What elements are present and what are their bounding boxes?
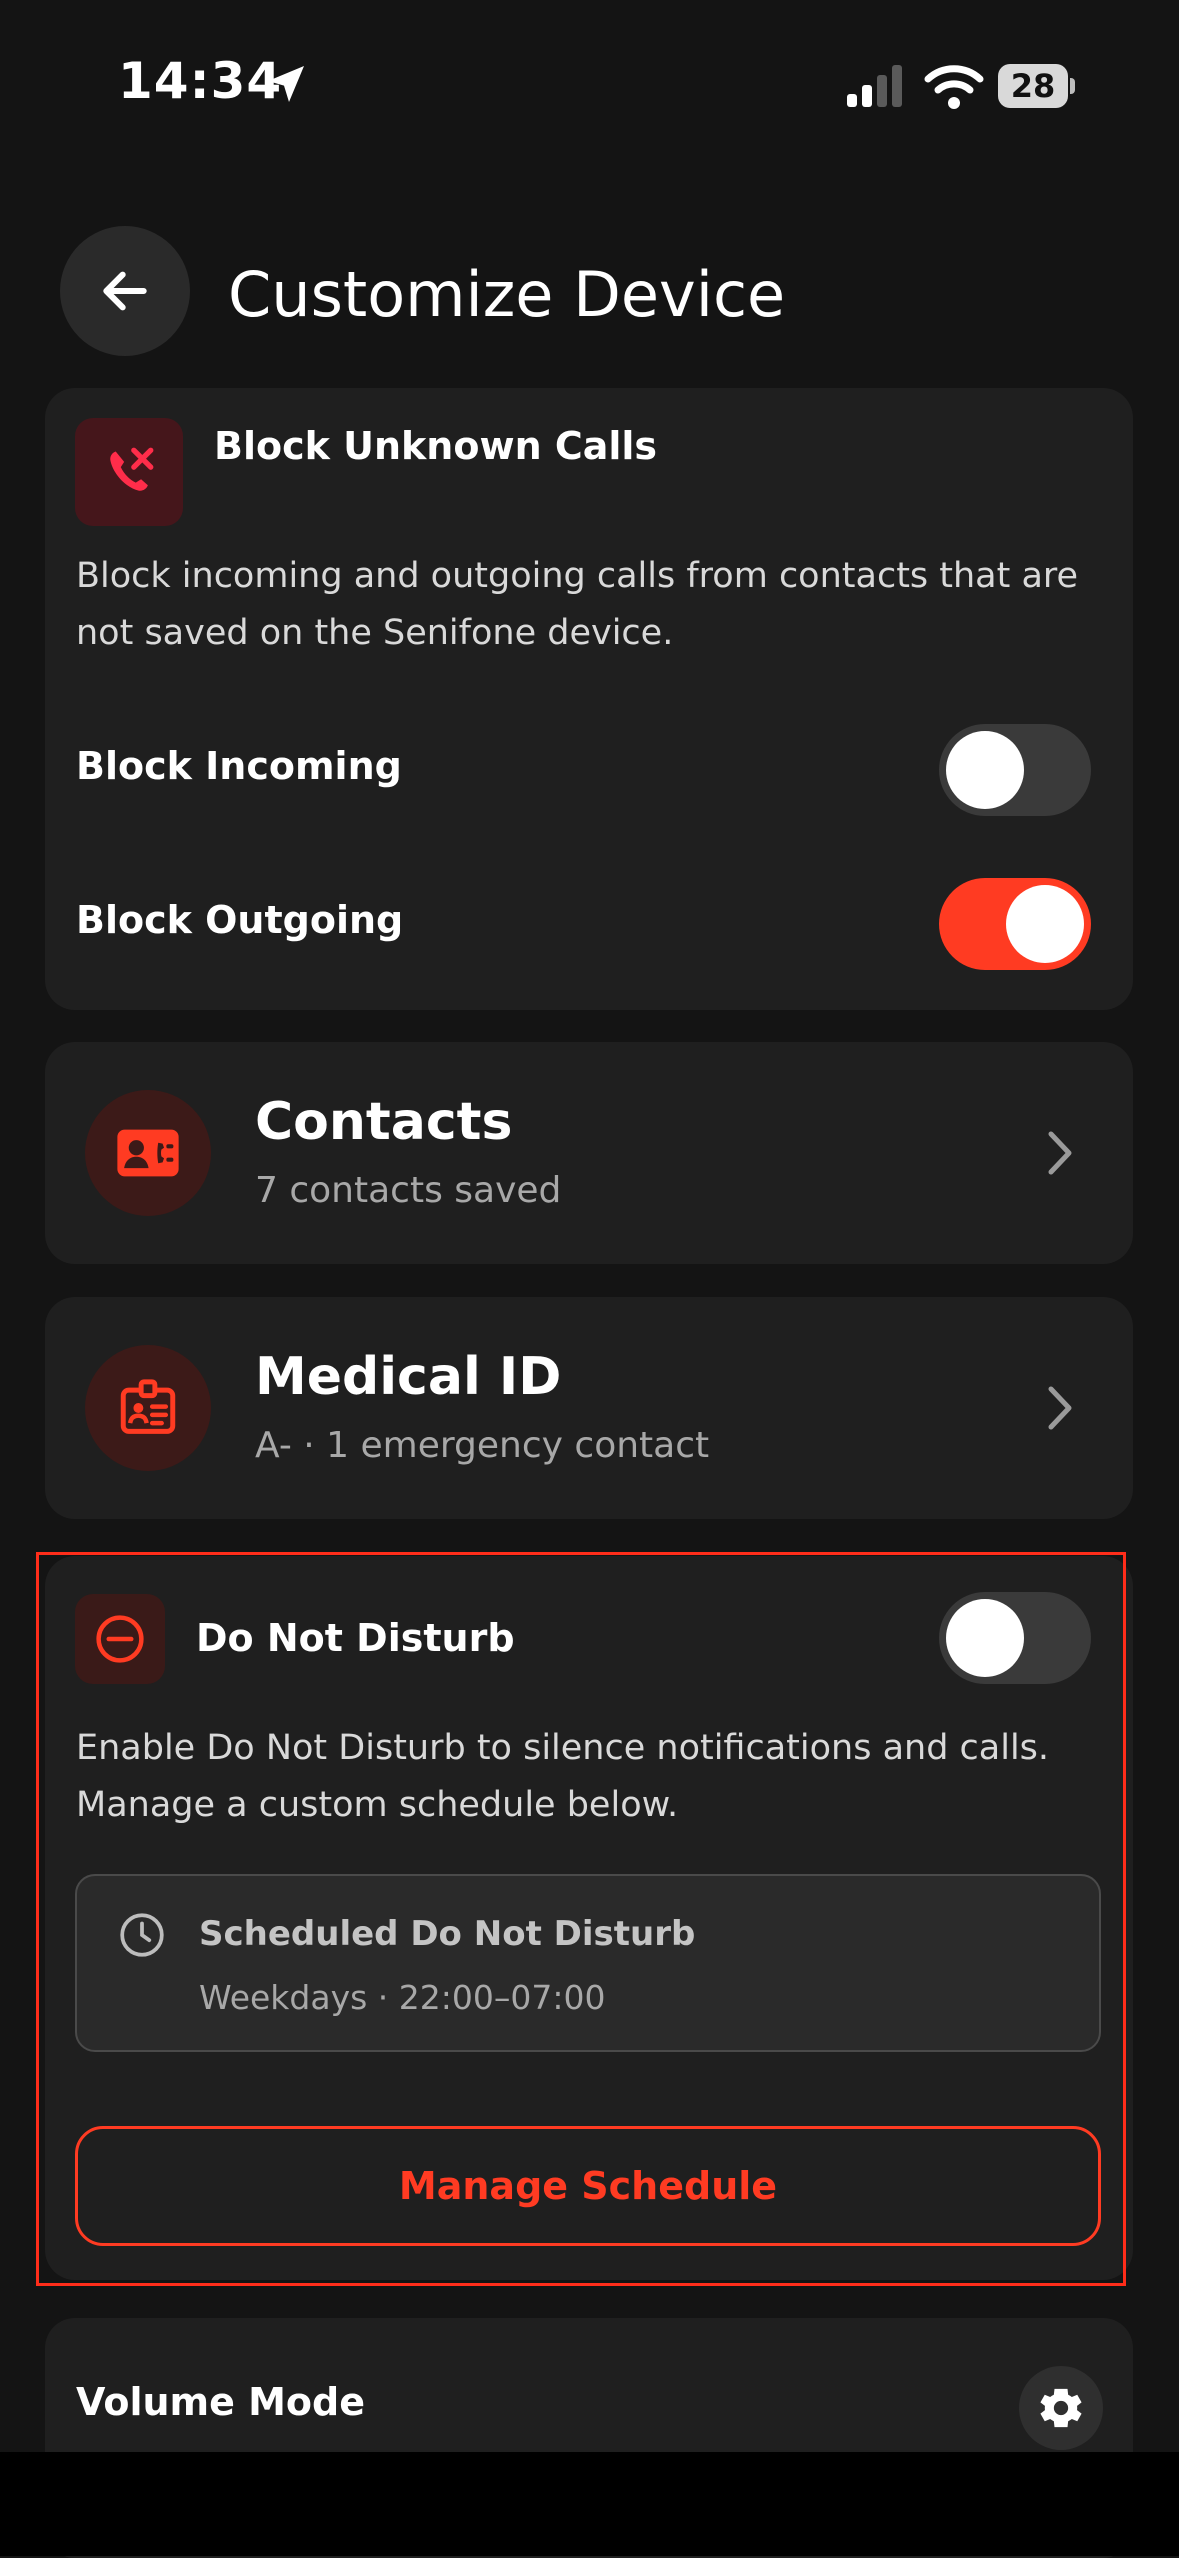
contacts-title: Contacts — [255, 1092, 513, 1152]
block-unknown-calls-card: Block Unknown Calls Block incoming and o… — [45, 388, 1133, 1010]
page-title: Customize Device — [228, 258, 786, 331]
id-badge-icon — [120, 1379, 176, 1434]
dnd-highlight-outline — [36, 1552, 1126, 2286]
block-incoming-label: Block Incoming — [76, 744, 402, 788]
block-incoming-toggle[interactable] — [939, 724, 1091, 816]
block-outgoing-label: Block Outgoing — [76, 898, 404, 942]
contacts-card[interactable]: Contacts 7 contacts saved — [45, 1042, 1133, 1264]
contacts-subtitle: 7 contacts saved — [255, 1170, 562, 1211]
gear-icon — [1040, 2388, 1082, 2428]
location-arrow-icon — [268, 66, 304, 102]
cellular-signal-icon — [847, 65, 902, 107]
chevron-right-icon — [1048, 1386, 1072, 1430]
wifi-icon — [924, 65, 984, 109]
contacts-icon-circle — [85, 1090, 211, 1216]
block-unknown-calls-description: Block incoming and outgoing calls from c… — [76, 556, 1079, 653]
medical-id-icon-circle — [85, 1345, 211, 1471]
bottom-bar — [0, 2452, 1179, 2556]
volume-settings-button[interactable] — [1019, 2366, 1103, 2450]
block-unknown-calls-title: Block Unknown Calls — [214, 424, 658, 468]
volume-mode-title: Volume Mode — [76, 2380, 366, 2424]
blocked-call-icon — [110, 447, 154, 491]
battery-indicator: 28 — [998, 64, 1078, 110]
status-time: 14:34 — [118, 52, 283, 110]
medical-id-subtitle: A- · 1 emergency contact — [255, 1425, 710, 1466]
medical-id-title: Medical ID — [255, 1347, 562, 1407]
block-call-icon-box — [75, 418, 183, 526]
block-outgoing-toggle[interactable] — [939, 878, 1091, 970]
contact-card-icon — [117, 1129, 179, 1177]
chevron-right-icon — [1048, 1131, 1072, 1175]
back-button[interactable] — [60, 226, 190, 356]
medical-id-card[interactable]: Medical ID A- · 1 emergency contact — [45, 1297, 1133, 1519]
arrow-left-icon — [103, 271, 147, 311]
battery-level: 28 — [1010, 67, 1056, 105]
